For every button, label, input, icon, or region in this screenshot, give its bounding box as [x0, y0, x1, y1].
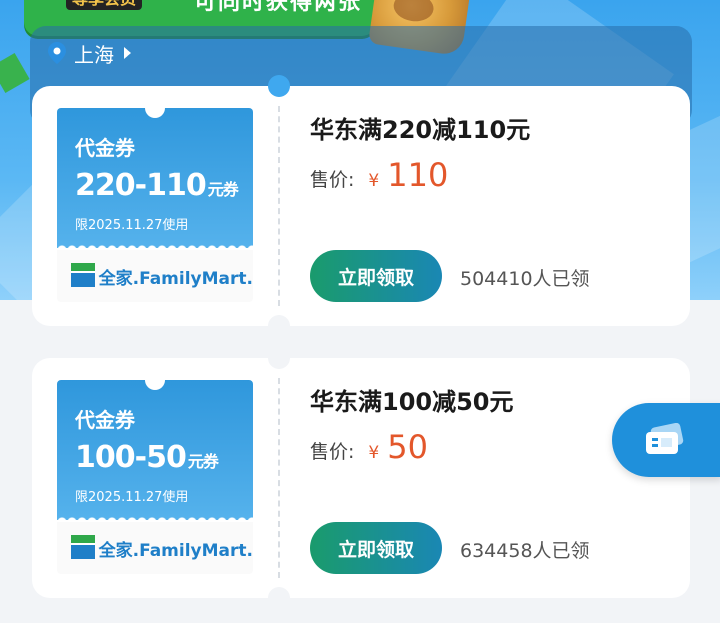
- voucher-unit: 元券: [187, 452, 219, 471]
- price-value: 50: [387, 428, 428, 466]
- card-notch: [268, 347, 290, 369]
- familymart-logo-icon: [71, 535, 95, 561]
- card-divider: [278, 106, 280, 306]
- card-notch: [268, 315, 290, 337]
- coupon-title: 华东满100减50元: [310, 388, 514, 416]
- banner-text: 可同时获得两张: [194, 0, 363, 15]
- claimed-count: 634458人已领: [460, 540, 590, 562]
- voucher-edge: [57, 240, 253, 250]
- voucher-image: 代金券 220-110 元券 限2025.11.27使用 全家.FamilyMar…: [57, 108, 253, 302]
- claim-button[interactable]: 立即领取: [310, 250, 442, 302]
- price-value: 110: [387, 156, 449, 194]
- coupon-card: 代金券 220-110 元券 限2025.11.27使用 全家.FamilyMar…: [32, 75, 690, 337]
- voucher-limit: 限2025.11.27使用: [75, 490, 189, 505]
- chevron-right-icon: [124, 47, 131, 59]
- voucher-edge: [57, 512, 253, 522]
- voucher-unit: 元券: [207, 180, 239, 199]
- price-currency: ¥: [368, 443, 380, 463]
- brand-strip: 全家.FamilyMart.: [57, 522, 253, 574]
- price-row: 售价: ¥ 50: [310, 428, 428, 468]
- location-pin-icon: [48, 42, 66, 64]
- voucher-amount: 220-110 元券: [75, 168, 239, 203]
- my-coupons-float-button[interactable]: [612, 403, 720, 477]
- card-divider: [278, 378, 280, 578]
- city-label: 上海: [74, 42, 114, 67]
- brand-strip: 全家.FamilyMart.: [57, 250, 253, 302]
- ticket-icon: [646, 423, 684, 454]
- voucher-kind: 代金券: [75, 136, 135, 160]
- location-selector[interactable]: 上海: [48, 40, 131, 67]
- brand-name: 全家.FamilyMart.: [98, 268, 253, 289]
- price-label: 售价:: [310, 441, 355, 463]
- familymart-logo-icon: [71, 263, 95, 289]
- coupon-card: 代金券 100-50 元券 限2025.11.27使用 全家.FamilyMart…: [32, 347, 690, 609]
- voucher-limit: 限2025.11.27使用: [75, 218, 189, 233]
- brand-name: 全家.FamilyMart.: [98, 540, 253, 561]
- member-badge: 尊享会员: [66, 0, 143, 10]
- voucher-amount-value: 220-110: [75, 168, 207, 203]
- card-notch: [268, 587, 290, 609]
- voucher-kind: 代金券: [75, 408, 135, 432]
- price-currency: ¥: [368, 171, 380, 191]
- voucher-amount: 100-50 元券: [75, 440, 219, 475]
- voucher-amount-value: 100-50: [75, 440, 187, 475]
- claimed-count: 504410人已领: [460, 268, 590, 290]
- voucher-image: 代金券 100-50 元券 限2025.11.27使用 全家.FamilyMart…: [57, 380, 253, 574]
- claim-button[interactable]: 立即领取: [310, 522, 442, 574]
- card-notch: [268, 75, 290, 97]
- price-row: 售价: ¥ 110: [310, 156, 448, 196]
- price-label: 售价:: [310, 169, 355, 191]
- coupon-title: 华东满220减110元: [310, 116, 531, 144]
